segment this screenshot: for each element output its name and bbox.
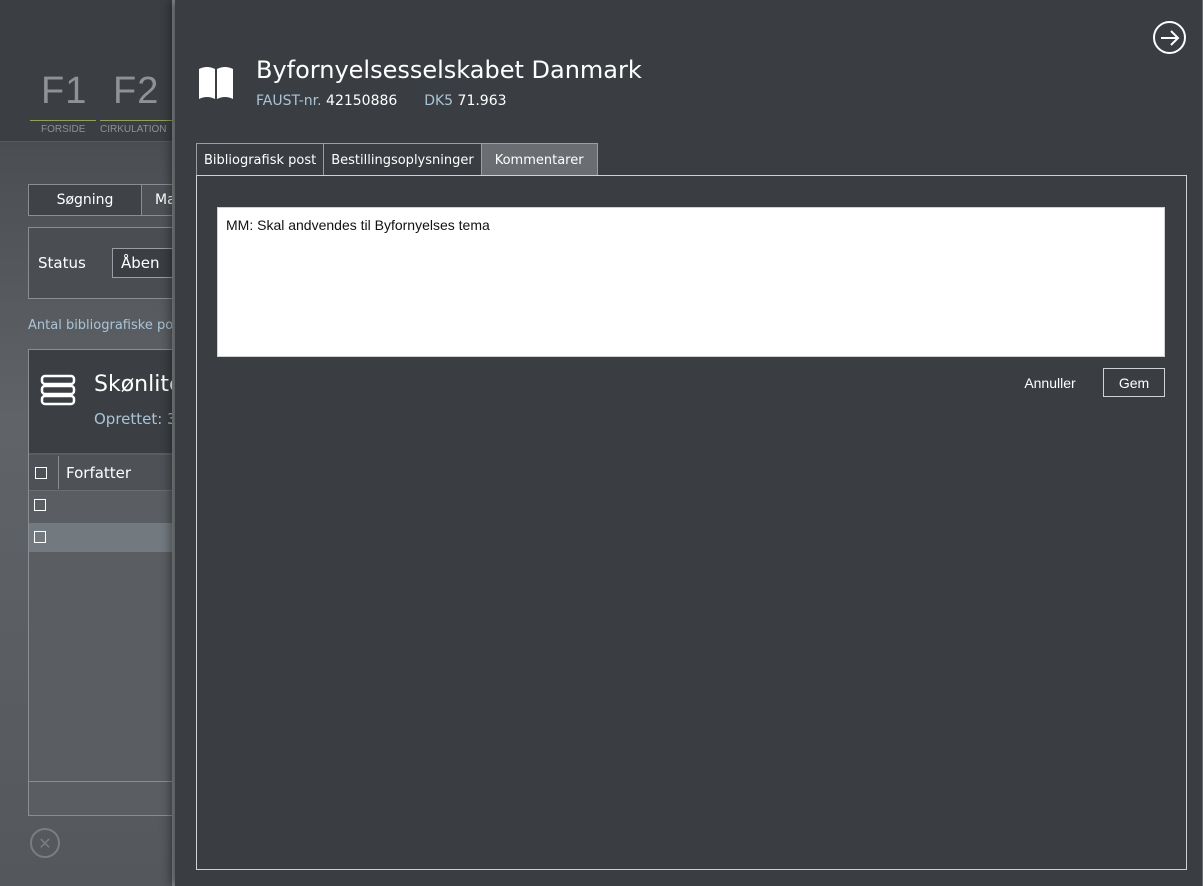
f2-label: CIRKULATION [100,124,167,135]
list-footer-divider [29,781,187,782]
f2-underline [100,120,172,121]
f2-key[interactable]: F2 [113,70,159,113]
f1-underline [30,120,96,121]
column-separator [58,456,59,489]
f1-label: FORSIDE [41,124,86,135]
record-title: Byfornyelsesselskabet Danmark [256,56,642,84]
arrow-right-circle-icon [1160,29,1179,46]
select-all-checkbox[interactable] [35,467,47,479]
faust-label: FAUST-nr. [256,93,322,109]
cancel-button[interactable]: Annuller [1010,368,1090,397]
tab-bibliografisk-post[interactable]: Bibliografisk post [196,143,325,176]
background-app: F1 FORSIDE F2 CIRKULATION Søgning Ma Sta… [0,0,192,886]
tab-bestillingsoplysninger[interactable]: Bestillingsoplysninger [323,143,482,176]
record-count-text: Antal bibliografiske pos [28,318,180,333]
books-stack-icon [40,374,76,406]
tab-kommentarer[interactable]: Kommentarer [480,143,598,176]
table-row-selected[interactable] [29,523,187,552]
faust-value: 42150886 [326,93,398,109]
app-window: F1 FORSIDE F2 CIRKULATION Søgning Ma Sta… [0,0,1203,886]
close-circle-icon[interactable]: ✕ [30,828,60,858]
status-label: Status [38,254,86,272]
dk5-label: DK5 [424,93,454,109]
tab-bar: Bibliografisk post Bestillingsoplysninge… [196,143,598,176]
row-checkbox[interactable] [34,531,46,543]
close-panel-button[interactable] [1153,21,1186,54]
dk5-value: 71.963 [457,93,507,109]
f1-key[interactable]: F1 [41,70,87,113]
book-icon [199,67,233,99]
row-checkbox[interactable] [34,499,46,511]
comment-textarea[interactable]: MM: Skal andvendes til Byfornyelses tema [217,207,1165,357]
save-button[interactable]: Gem [1103,368,1165,397]
column-author[interactable]: Forfatter [66,464,131,482]
record-meta: FAUST-nr. 42150886 DK5 71.963 [256,93,507,109]
list-title: Skønlite [94,372,183,397]
search-button[interactable]: Søgning [28,184,142,216]
